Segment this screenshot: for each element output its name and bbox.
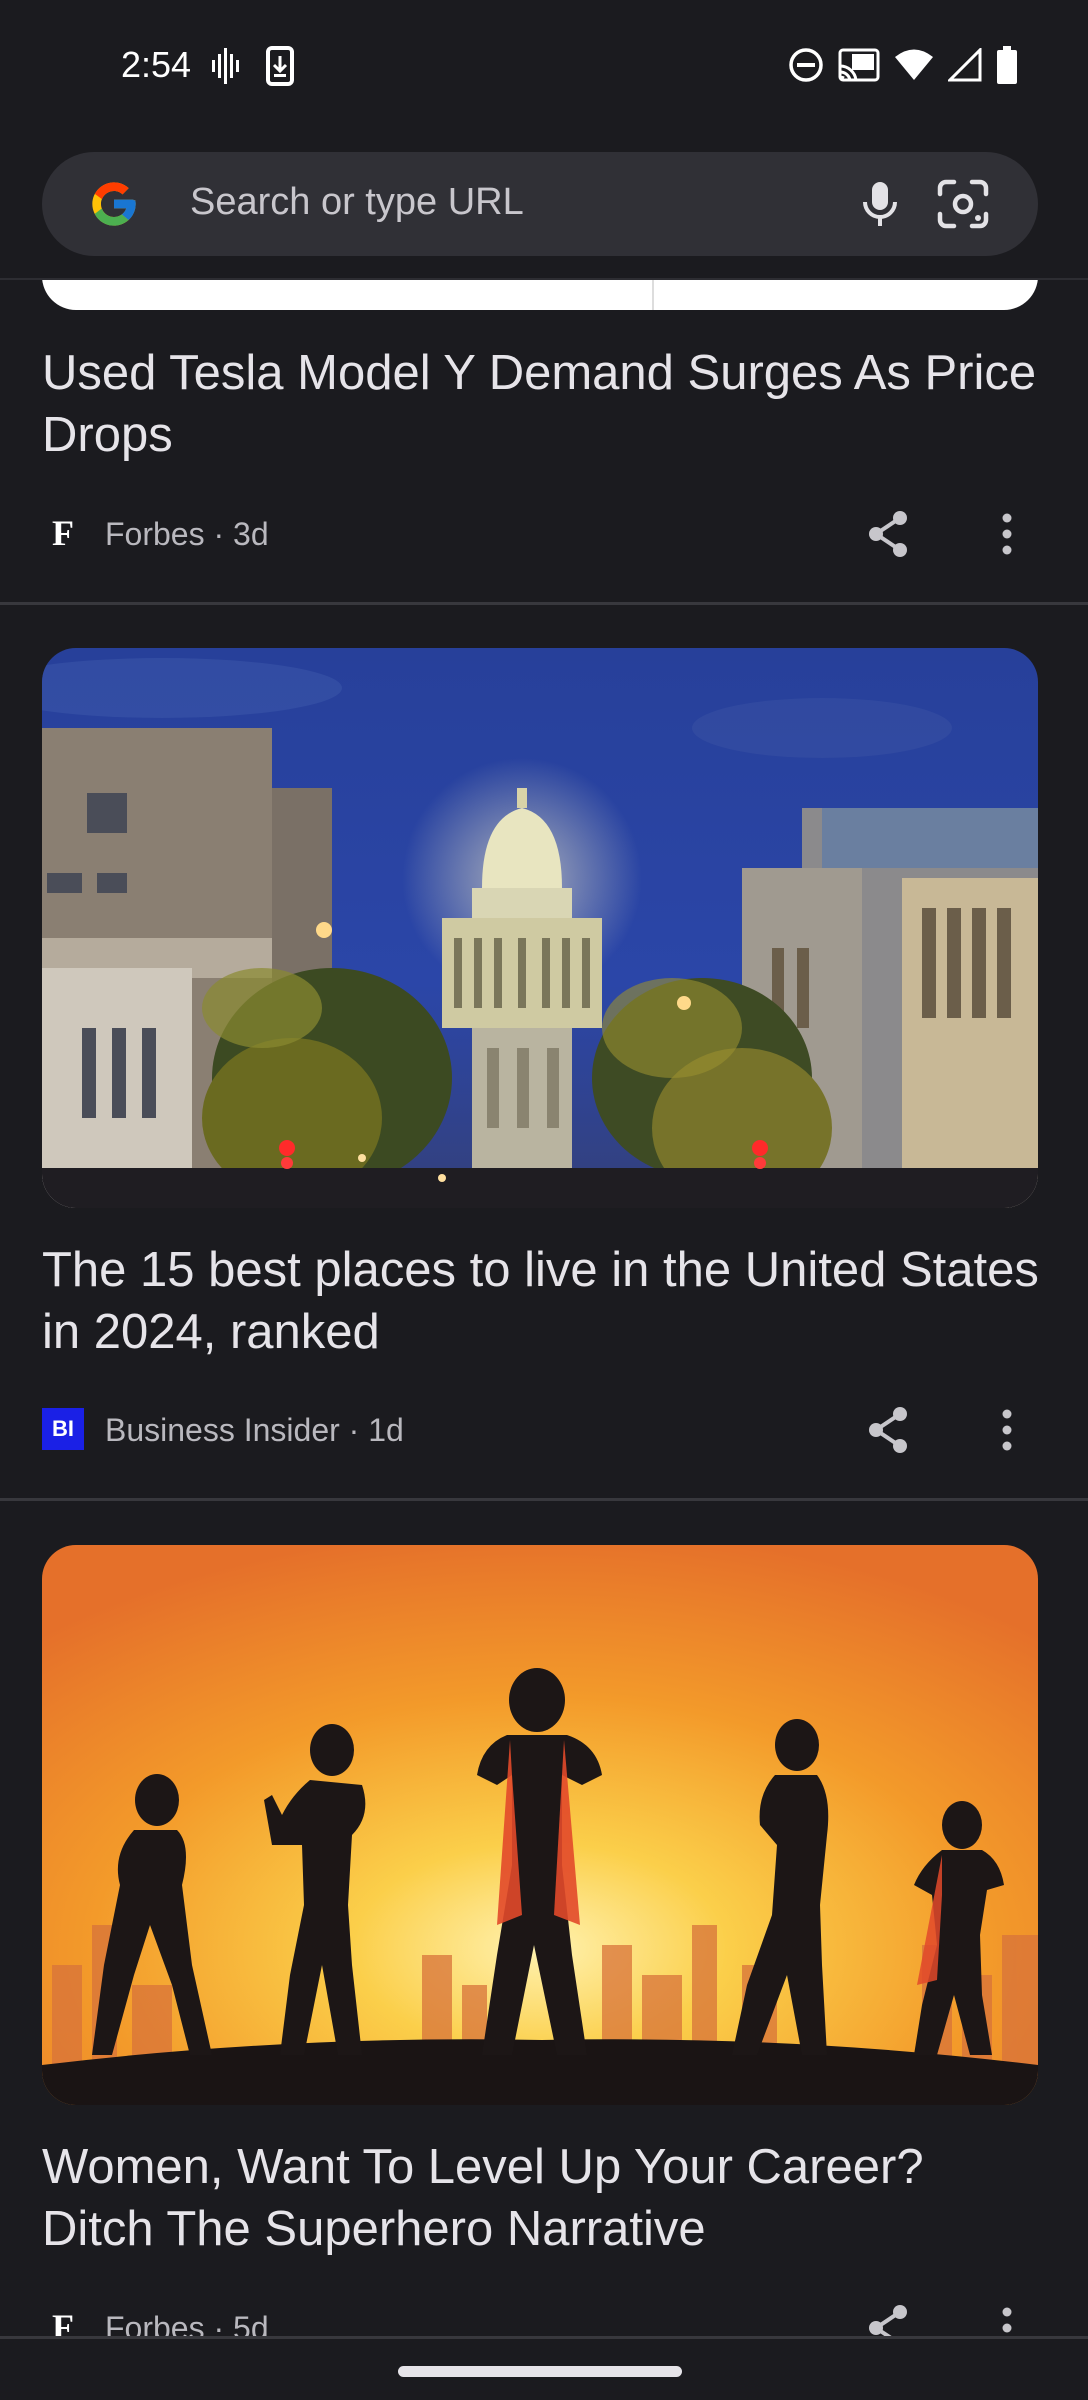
more-options-icon[interactable] [1000,510,1014,563]
article-image-superheroes[interactable] [42,1545,1038,2105]
status-bar: 2:54 [0,0,1088,136]
article-meta-row: F Forbes · 5d [42,2304,1046,2340]
card-divider [0,602,1088,605]
status-left-icons [210,46,294,86]
search-divider [0,278,1088,280]
article-source-age: Forbes · 3d [105,516,269,552]
signal-icon [948,48,982,82]
more-options-icon[interactable] [1000,2304,1014,2340]
article-title[interactable]: Women, Want To Level Up Your Career? Dit… [42,2136,1042,2260]
status-right-icons [788,46,1018,84]
article-source-age: Business Insider · 1d [105,1412,404,1448]
forbes-logo-icon: F [42,2306,84,2340]
do-not-disturb-icon [788,47,824,83]
business-insider-logo-icon: BI [42,1408,84,1450]
article-meta-row: F Forbes · 3d [42,511,1046,557]
google-logo-icon [88,178,140,230]
cast-icon [838,48,880,82]
voice-activity-icon [210,46,244,86]
home-indicator[interactable] [398,2366,682,2377]
status-time: 2:54 [121,44,192,85]
article-image-capitol[interactable] [42,648,1038,1208]
download-icon [266,46,294,86]
omnibox-search-bar[interactable]: Search or type URL [42,152,1038,256]
discover-feed[interactable]: Used Tesla Model Y Demand Surges As Pric… [0,280,1088,2340]
article-image-partial[interactable] [42,280,1038,310]
article-meta-row: BI Business Insider · 1d [42,1407,1046,1453]
share-icon[interactable] [866,2304,910,2340]
article-title[interactable]: Used Tesla Model Y Demand Surges As Pric… [42,342,1042,466]
battery-icon [996,46,1018,84]
article-title[interactable]: The 15 best places to live in the United… [42,1239,1042,1363]
more-options-icon[interactable] [1000,1406,1014,1459]
share-icon[interactable] [866,1406,910,1459]
search-input[interactable]: Search or type URL [190,181,524,224]
share-icon[interactable] [866,510,910,563]
card-divider [0,1498,1088,1501]
forbes-logo-icon: F [42,512,84,554]
lens-icon[interactable] [934,176,992,237]
wifi-icon [894,48,934,82]
mic-icon[interactable] [852,176,908,237]
